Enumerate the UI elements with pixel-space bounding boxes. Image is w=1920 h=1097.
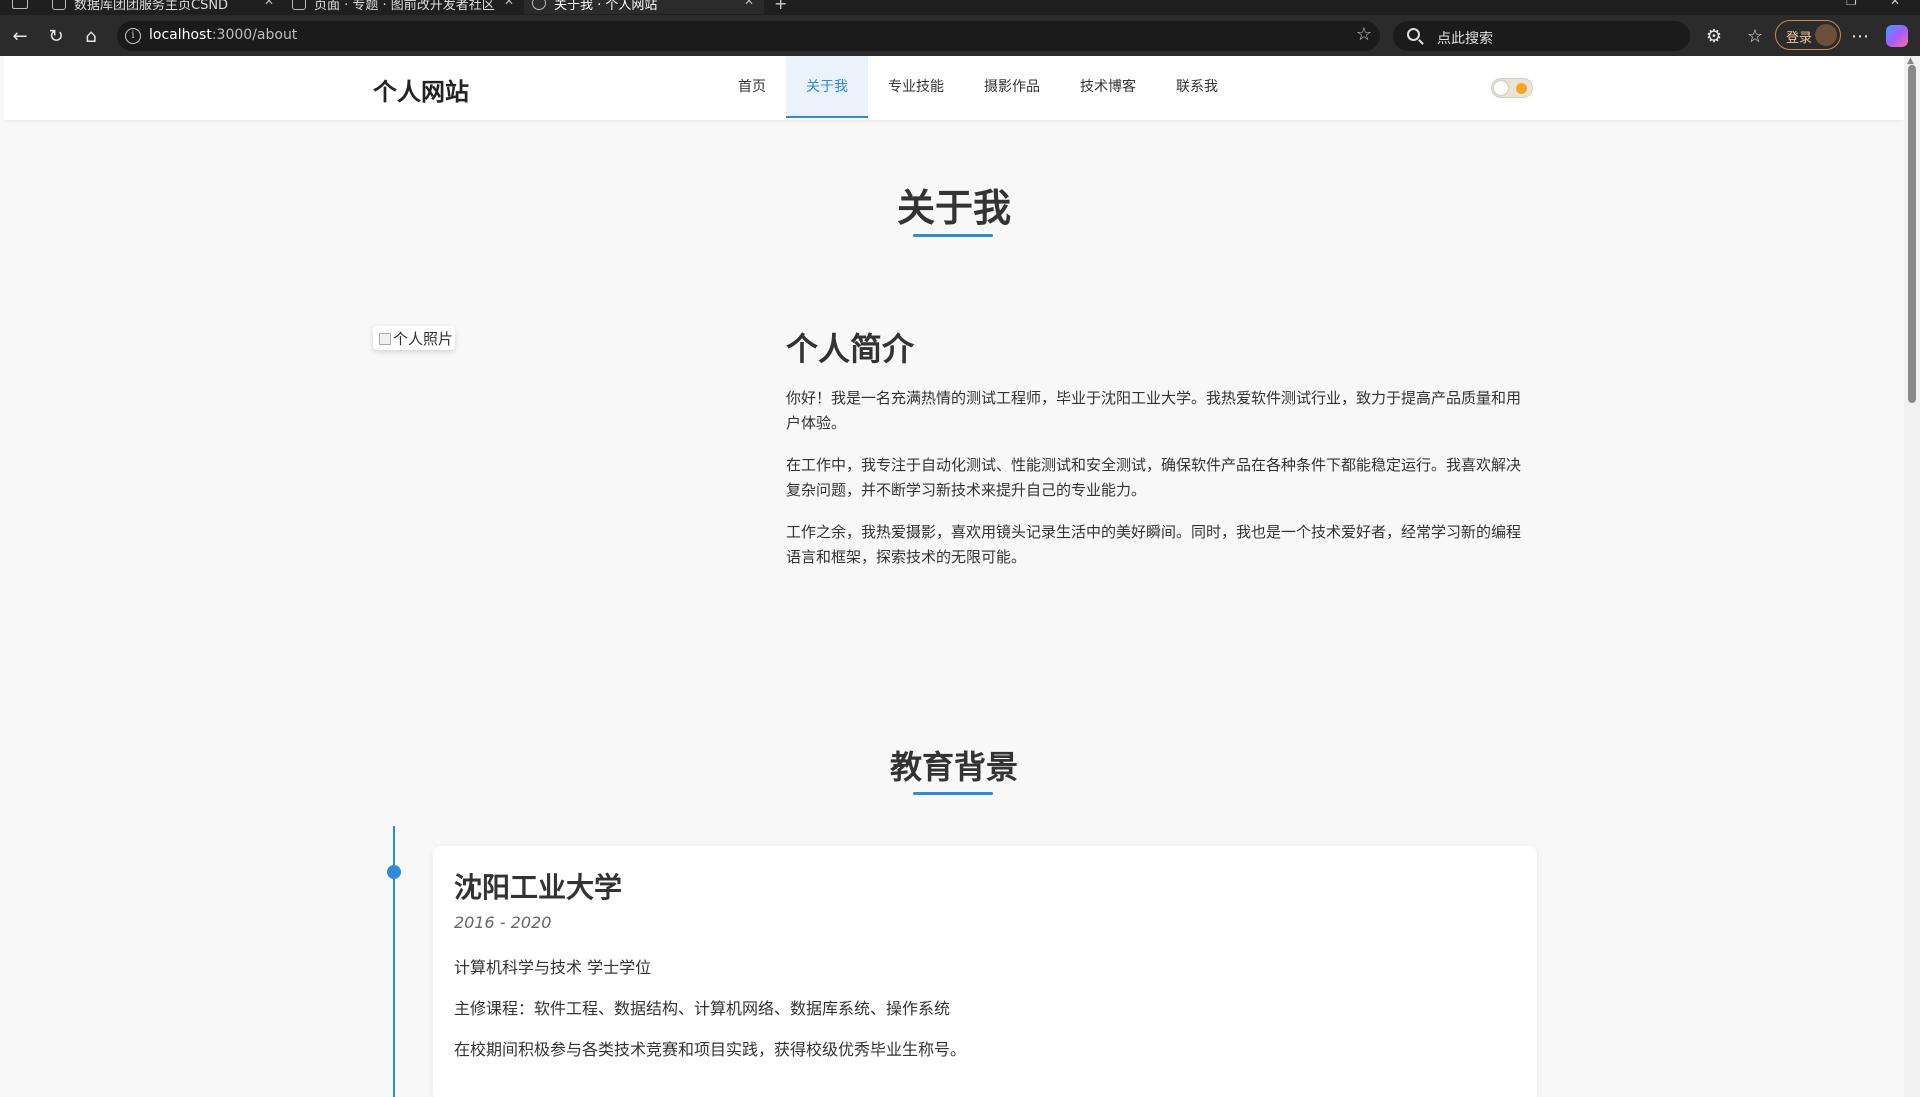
title-underline [913, 792, 993, 795]
education-years: 2016 - 2020 [454, 913, 552, 932]
home-icon[interactable]: ⌂ [78, 23, 104, 49]
education-courses: 主修课程：软件工程、数据结构、计算机网络、数据库系统、操作系统 [454, 999, 951, 1018]
education-title-text: 教育背景 [889, 748, 1018, 786]
nav-contact[interactable]: 联系我 [1156, 56, 1238, 118]
toggle-knob [1494, 81, 1508, 95]
url-path: :3000/about [211, 27, 298, 43]
timeline-dot [387, 865, 401, 879]
page-viewport: 个人网站 首页 关于我 专业技能 摄影作品 技术博客 联系我 关于我 个人照片 … [4, 56, 1904, 1097]
education-note: 在校期间积极参与各类技术竞赛和项目实践，获得校级优秀毕业生称号。 [454, 1040, 967, 1059]
site-info-icon[interactable]: i [125, 28, 141, 44]
page-scrollbar[interactable]: ▲ [1904, 56, 1920, 1097]
site-navbar: 个人网站 首页 关于我 专业技能 摄影作品 技术博客 联系我 [4, 56, 1904, 120]
favorites-icon[interactable]: ☆ [1742, 23, 1768, 49]
photo-alt-text: 个人照片 [393, 330, 454, 348]
page-icon [292, 0, 306, 10]
intro-paragraph: 你好！我是一名充满热情的测试工程师，毕业于沈阳工业大学。我热爱软件测试行业，致力… [786, 389, 1522, 432]
intro-paragraph: 工作之余，我热爱摄影，喜欢用镜头记录生活中的美好瞬间。同时，我也是一个技术爱好者… [786, 523, 1522, 566]
browser-tab[interactable]: 页面 · 专题 · 图前改开发者社区 ✕ [284, 0, 524, 14]
close-icon[interactable]: ✕ [264, 0, 274, 8]
login-button[interactable]: 登录 [1775, 20, 1841, 50]
tab-label: 页面 · 专题 · 图前改开发者社区 [314, 0, 495, 13]
intro-heading: 个人简介 [786, 330, 915, 368]
scrollbar-thumb[interactable] [1908, 65, 1916, 403]
education-degree: 计算机科学与技术 学士学位 [454, 958, 652, 977]
search-placeholder: 点此搜索 [1437, 31, 1493, 47]
favorite-star-icon[interactable]: ☆ [1356, 24, 1372, 45]
nav-about[interactable]: 关于我 [786, 56, 868, 118]
more-menu-icon[interactable]: ⋯ [1847, 23, 1873, 49]
nav-blog[interactable]: 技术博客 [1060, 56, 1156, 118]
broken-image-icon [379, 333, 391, 345]
globe-icon [532, 0, 546, 10]
nav-skills[interactable]: 专业技能 [868, 56, 964, 118]
browser-search-box[interactable]: 点此搜索 [1393, 21, 1690, 51]
main-nav: 首页 关于我 专业技能 摄影作品 技术博客 联系我 [718, 56, 1238, 120]
refresh-icon[interactable]: ↻ [43, 23, 69, 49]
browser-toolbar: ← ↻ ⌂ i localhost:3000/about ☆ 点此搜索 ⚙ ☆ … [0, 15, 1920, 56]
address-url[interactable]: localhost:3000/about [149, 27, 297, 43]
url-host: localhost [149, 27, 212, 43]
browser-tab-active[interactable]: 关于我 · 个人网站 ✕ [524, 0, 764, 14]
search-icon [1407, 28, 1420, 41]
back-icon[interactable]: ← [7, 23, 33, 49]
nav-photography[interactable]: 摄影作品 [964, 56, 1060, 118]
restore-window-icon[interactable]: ❐ [1846, 0, 1857, 8]
about-title: 关于我 [4, 177, 1904, 232]
close-icon[interactable]: ✕ [504, 0, 514, 8]
address-bar[interactable]: i localhost:3000/about ☆ [117, 21, 1380, 51]
tab-label: 关于我 · 个人网站 [554, 0, 658, 13]
close-window-icon[interactable]: ✕ [1890, 0, 1900, 8]
new-tab-icon[interactable]: + [774, 0, 787, 13]
title-underline [913, 234, 993, 237]
intro-paragraph: 在工作中，我专注于自动化测试、性能测试和安全测试，确保软件产品在各种条件下都能稳… [786, 456, 1522, 499]
page-icon [52, 0, 66, 10]
site-brand[interactable]: 个人网站 [373, 72, 469, 107]
school-name: 沈阳工业大学 [454, 871, 623, 904]
avatar [1815, 24, 1837, 46]
profile-photo: 个人照片 [373, 326, 455, 350]
close-icon[interactable]: ✕ [744, 0, 754, 8]
browser-tab[interactable]: 数据库团团服务主页CSND ✕ [44, 0, 284, 14]
theme-toggle[interactable] [1491, 78, 1533, 98]
education-title: 教育背景 [4, 742, 1904, 788]
tab-label: 数据库团团服务主页CSND [74, 0, 229, 13]
browser-tabbar: 数据库团团服务主页CSND ✕ 页面 · 专题 · 图前改开发者社区 ✕ 关于我… [0, 0, 1920, 15]
extensions-icon[interactable]: ⚙ [1701, 23, 1727, 49]
copilot-icon[interactable] [1886, 25, 1908, 47]
sun-icon [1516, 83, 1527, 94]
education-card: 沈阳工业大学 2016 - 2020 计算机科学与技术 学士学位 主修课程：软件… [433, 846, 1537, 1097]
nav-home[interactable]: 首页 [718, 56, 786, 118]
tab-actions-icon[interactable] [12, 0, 28, 9]
about-title-text: 关于我 [896, 186, 1011, 230]
login-label: 登录 [1786, 31, 1813, 46]
